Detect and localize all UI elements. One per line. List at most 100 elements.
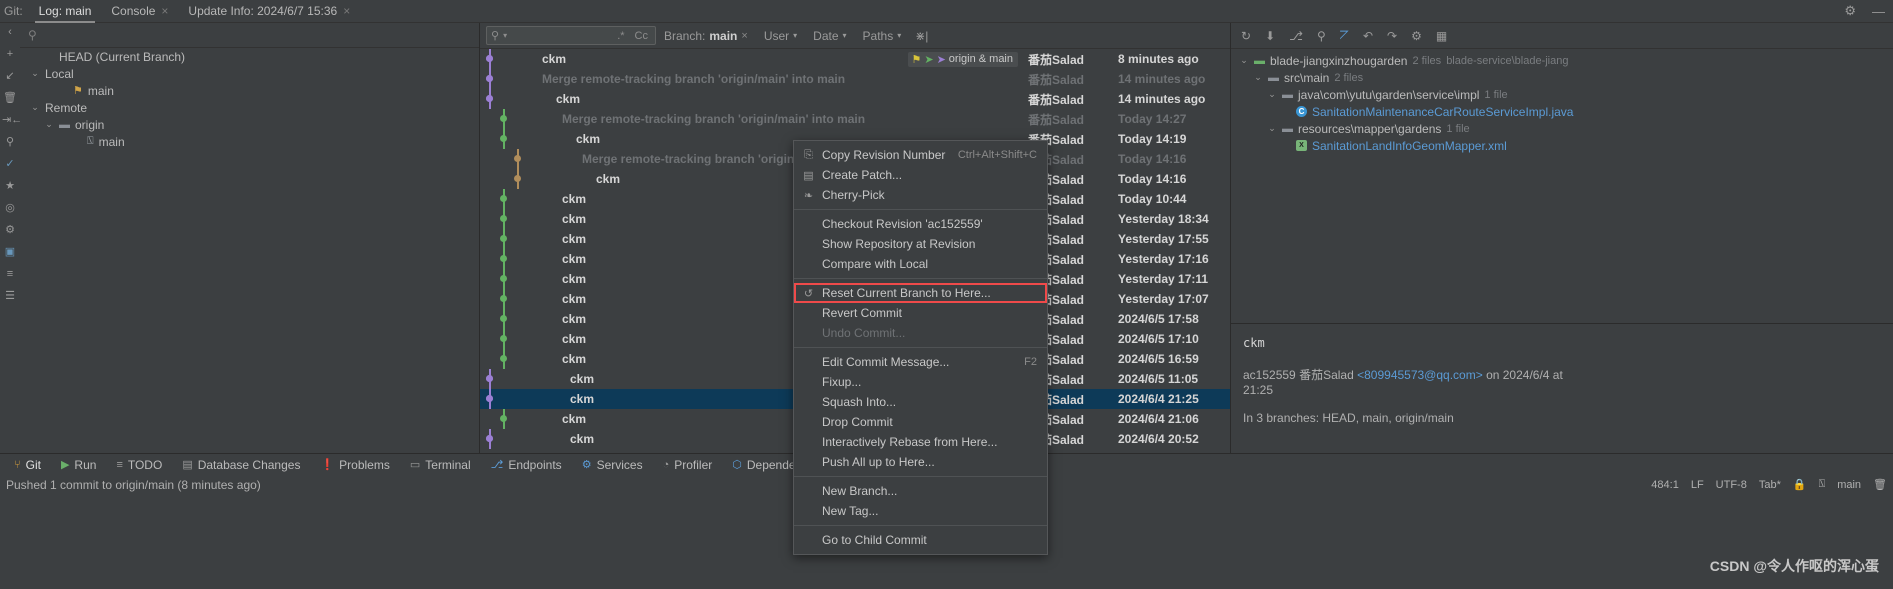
group-icon[interactable]: ⎇ (1289, 29, 1303, 43)
collapse-icon[interactable]: ‹ (2, 27, 18, 38)
tab-update-info[interactable]: Update Info: 2024/6/7 15:36 × (178, 0, 360, 23)
close-icon[interactable]: × (161, 5, 168, 17)
file-tree-node[interactable]: ⌄ ▬ java\com\yutu\garden\service\impl 1 fil… (1231, 86, 1893, 103)
menu-item[interactable]: Show Repository at Revision (794, 234, 1047, 254)
filter-user[interactable]: User ▾ (756, 29, 805, 43)
table-row[interactable]: ckm 番茄Salad 14 minutes ago (480, 89, 1230, 109)
status-branch[interactable]: main (1837, 479, 1861, 491)
file-tree-node[interactable]: ⌄ ▬ blade-jiangxinzhougarden 2 files blade-s… (1231, 52, 1893, 69)
menu-item[interactable]: Drop Commit (794, 412, 1047, 432)
image-icon[interactable]: ▣ (2, 247, 18, 258)
chevron-down-icon[interactable]: ⌄ (30, 68, 40, 79)
search-icon[interactable]: ⚲ (1317, 29, 1326, 43)
file-tree-node[interactable]: ⌄ ▬ src\main 2 files (1231, 69, 1893, 86)
branch-search-bar[interactable]: ⚲ (20, 23, 479, 48)
chevron-down-icon[interactable]: ⌄ (30, 102, 40, 113)
file-tree-node[interactable]: C SanitationMaintenanceCarRouteServiceImp… (1231, 103, 1893, 120)
menu-item[interactable]: Interactively Rebase from Here... (794, 432, 1047, 452)
star-icon[interactable]: ★ (2, 181, 18, 192)
gear-icon[interactable]: ⚙ (1836, 3, 1864, 19)
tool-window-button-git[interactable]: ⑂ Git (4, 454, 51, 476)
commit-author-email[interactable]: <809945573@qq.com> (1357, 368, 1483, 382)
list-icon[interactable]: ≡ (2, 269, 18, 280)
filter-date[interactable]: Date ▾ (805, 29, 854, 43)
filter-icon[interactable]: ☰ (2, 291, 18, 302)
fetch-icon[interactable]: ↙ (2, 71, 18, 82)
menu-item[interactable]: Go to Child Commit (794, 530, 1047, 550)
chevron-down-icon[interactable]: ⌄ (1267, 123, 1277, 134)
line-separator[interactable]: LF (1691, 479, 1704, 491)
menu-item[interactable]: ⎘ Copy Revision Number Ctrl+Alt+Shift+C (794, 145, 1047, 165)
trash-icon[interactable]: 🗑 (1873, 478, 1887, 491)
gear-icon[interactable]: ⚙ (2, 225, 18, 236)
refresh-icon[interactable]: ↻ (1241, 29, 1251, 43)
undo-icon[interactable]: ↶ (1363, 29, 1373, 43)
close-icon[interactable]: × (741, 30, 747, 42)
menu-item[interactable]: Edit Commit Message... F2 (794, 352, 1047, 372)
caret-position[interactable]: 484:1 (1651, 479, 1679, 491)
file-tree-node[interactable]: ⌄ ▬ resources\mapper\gardens 1 file (1231, 120, 1893, 137)
branch-tree-node[interactable]: ⌄ Remote (20, 99, 479, 116)
branch-tree-node[interactable]: ⚑ main (20, 82, 479, 99)
filter-icon[interactable]: ⬇ (1265, 29, 1275, 43)
delete-icon[interactable]: 🗑 (2, 93, 18, 104)
lock-icon[interactable]: 🔒 (1793, 478, 1807, 491)
branch-tree-node[interactable]: ⌄ Local (20, 65, 479, 82)
chevron-down-icon[interactable]: ⌄ (1267, 89, 1277, 100)
file-tree-node[interactable]: X SanitationLandInfoGeomMapper.xml (1231, 137, 1893, 154)
table-row[interactable]: ckm ⚑ ➤ ➤ origin & main 番茄Salad 8 minutes ago (480, 49, 1230, 69)
menu-item[interactable]: ❧ Cherry-Pick (794, 185, 1047, 205)
branch-tree-node[interactable]: ⌄ ▬ origin (20, 116, 479, 133)
tab-console[interactable]: Console × (101, 0, 178, 23)
menu-item[interactable]: Squash Into... (794, 392, 1047, 412)
menu-item[interactable]: Checkout Revision 'ac152559' (794, 214, 1047, 234)
chevron-down-icon[interactable]: ⌄ (44, 119, 54, 130)
case-sensitive-toggle[interactable]: Cc (632, 30, 651, 42)
checkmark-icon[interactable]: ✓ (2, 159, 18, 170)
tool-window-button-services[interactable]: ⚙ Services (572, 454, 653, 476)
branch-icon[interactable]: ⍂ (1819, 478, 1826, 491)
branch-tree-node[interactable]: ⍂ main (20, 133, 479, 150)
expand-icon[interactable]: ⦢ (1340, 28, 1349, 43)
menu-item[interactable]: Fixup... (794, 372, 1047, 392)
menu-item[interactable]: ↺ Reset Current Branch to Here... (794, 283, 1047, 303)
tool-window-button-run[interactable]: ▶ Run (51, 454, 106, 476)
tool-window-button-terminal[interactable]: ▭ Terminal (400, 454, 481, 476)
tool-window-button-problems[interactable]: ❗ Problems (310, 454, 399, 476)
collapse-all-icon[interactable]: ⇥← (2, 115, 22, 126)
commit-context-menu[interactable]: ⎘ Copy Revision Number Ctrl+Alt+Shift+C ▤ Cr… (793, 140, 1048, 555)
tool-window-button-database-changes[interactable]: ▤ Database Changes (172, 454, 310, 476)
redo-icon[interactable]: ↷ (1387, 29, 1397, 43)
chevron-down-icon[interactable]: ▾ (503, 31, 507, 40)
layout-icon[interactable]: ▦ (1436, 29, 1447, 43)
tool-window-button-endpoints[interactable]: ⎇ Endpoints (481, 454, 572, 476)
search-icon[interactable]: ⚲ (2, 137, 18, 148)
show-as-tree-icon[interactable]: ⋇| (909, 29, 934, 43)
changed-files-tree[interactable]: ⌄ ▬ blade-jiangxinzhougarden 2 files blade-s… (1231, 49, 1893, 319)
tool-window-button-profiler[interactable]: ◔ Profiler (653, 454, 723, 476)
filter-branch[interactable]: Branch: main × (656, 29, 756, 43)
filter-paths[interactable]: Paths ▾ (855, 29, 910, 43)
menu-item[interactable]: Revert Commit (794, 303, 1047, 323)
chevron-down-icon[interactable]: ⌄ (1239, 55, 1249, 66)
table-row[interactable]: Merge remote-tracking branch 'origin/mai… (480, 109, 1230, 129)
file-encoding[interactable]: UTF-8 (1716, 479, 1747, 491)
cherry-icon[interactable]: ◎ (2, 203, 18, 214)
gear-icon[interactable]: ⚙ (1411, 29, 1422, 43)
menu-item[interactable]: ▤ Create Patch... (794, 165, 1047, 185)
log-search-box[interactable]: ⚲ ▾ .* Cc (486, 26, 656, 45)
chevron-down-icon[interactable]: ⌄ (1253, 72, 1263, 83)
menu-item[interactable]: New Tag... (794, 501, 1047, 521)
add-icon[interactable]: + (2, 49, 18, 60)
minimize-icon[interactable]: — (1864, 4, 1893, 19)
close-icon[interactable]: × (343, 5, 350, 17)
tool-window-button-todo[interactable]: ≡ TODO (106, 454, 172, 476)
regex-toggle[interactable]: .* (614, 30, 627, 42)
menu-item[interactable]: Push All up to Here... (794, 452, 1047, 472)
branch-tree-node[interactable]: HEAD (Current Branch) (20, 48, 479, 65)
tab-log-main[interactable]: Log: main (29, 0, 102, 23)
table-row[interactable]: Merge remote-tracking branch 'origin/mai… (480, 69, 1230, 89)
ref-tag[interactable]: ⚑ ➤ ➤ origin & main (908, 51, 1018, 67)
indent-setting[interactable]: Tab* (1759, 479, 1781, 491)
branch-search-input[interactable] (42, 28, 471, 42)
